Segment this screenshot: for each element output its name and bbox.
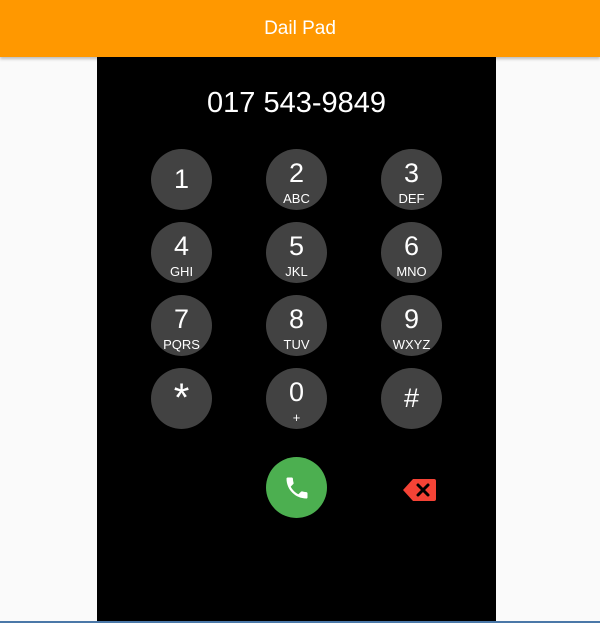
key-digit: 6 xyxy=(403,231,420,261)
key-digit: 0 xyxy=(288,377,305,407)
key-8[interactable]: 8 TUV xyxy=(266,295,327,356)
key-digit: 2 xyxy=(288,158,305,188)
key-9[interactable]: 9 WXYZ xyxy=(381,295,442,356)
key-0[interactable]: 0 + xyxy=(266,368,327,429)
key-letters: WXYZ xyxy=(392,337,431,352)
key-3[interactable]: 3 DEF xyxy=(381,149,442,210)
key-digit: * xyxy=(173,376,190,420)
key-letters: MNO xyxy=(396,264,427,279)
phone-icon xyxy=(286,477,307,498)
key-letters: DEF xyxy=(398,191,425,206)
key-letters: ABC xyxy=(283,191,310,206)
app-title: Dail Pad xyxy=(264,17,336,39)
key-hash[interactable]: # xyxy=(381,368,442,429)
key-digit: 5 xyxy=(288,231,305,261)
key-letters: + xyxy=(292,410,301,425)
key-digit: 4 xyxy=(173,231,190,261)
key-digit: 7 xyxy=(173,304,190,334)
app-bar: Dail Pad xyxy=(0,0,600,57)
backspace-icon xyxy=(403,479,436,501)
key-digit: 1 xyxy=(173,164,190,194)
key-5[interactable]: 5 JKL xyxy=(266,222,327,283)
key-2[interactable]: 2 ABC xyxy=(266,149,327,210)
phone-number-display: 017 543-9849 xyxy=(207,87,386,119)
call-button[interactable] xyxy=(266,457,327,518)
backspace-button[interactable] xyxy=(402,477,438,503)
key-letters: JKL xyxy=(285,264,308,279)
key-6[interactable]: 6 MNO xyxy=(381,222,442,283)
key-letters: PQRS xyxy=(163,337,200,352)
key-digit: 8 xyxy=(288,304,305,334)
key-digit: 3 xyxy=(403,158,420,188)
key-7[interactable]: 7 PQRS xyxy=(151,295,212,356)
key-digit: 9 xyxy=(403,304,420,334)
key-letters: TUV xyxy=(283,337,310,352)
key-star[interactable]: * xyxy=(151,368,212,429)
key-4[interactable]: 4 GHI xyxy=(151,222,212,283)
dialer-panel: 017 543-9849 1 2 ABC 3 DEF 4 GHI 5 JKL 6… xyxy=(97,57,496,623)
key-1[interactable]: 1 xyxy=(151,149,212,210)
key-digit: # xyxy=(403,383,420,413)
key-letters: GHI xyxy=(169,264,194,279)
